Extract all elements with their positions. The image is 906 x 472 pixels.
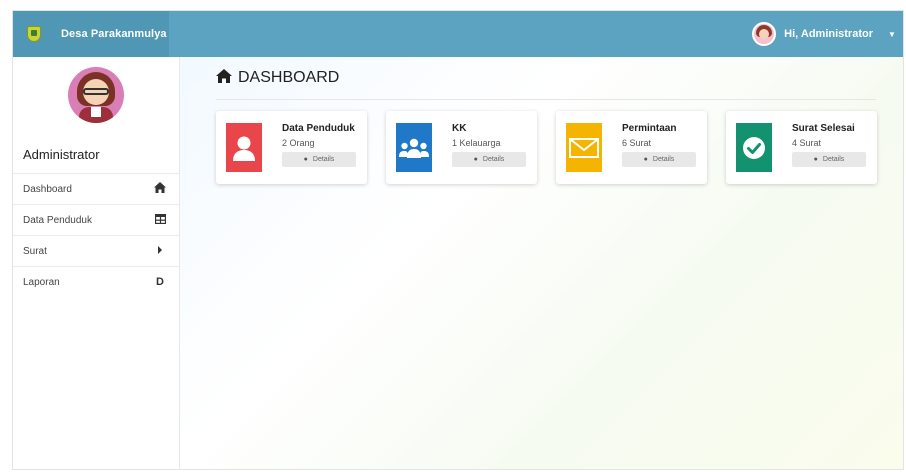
sidebar-item-surat[interactable]: Surat [13, 235, 179, 266]
card-title: Permintaan [622, 123, 677, 134]
top-navbar: Desa Parakanmulya Hi, Administrator ▼ [13, 11, 903, 57]
details-label: Details [652, 156, 675, 163]
user-greeting[interactable]: Hi, Administrator [784, 28, 873, 40]
profile-name: Administrator [23, 147, 100, 162]
home-icon [216, 69, 232, 87]
village-logo-icon [27, 26, 41, 42]
card-title: KK [452, 123, 467, 134]
card-permintaan: Permintaan 6 Surat ● Details [556, 111, 707, 184]
home-icon [153, 182, 167, 196]
card-data-penduduk: Data Penduduk 2 Orang ● Details [216, 111, 367, 184]
eye-icon: ● [473, 156, 478, 163]
sidebar-item-label: Laporan [23, 276, 60, 288]
sidebar-item-laporan[interactable]: Laporan D [13, 266, 179, 297]
details-button[interactable]: ● Details [282, 152, 356, 167]
details-label: Details [822, 156, 845, 163]
caret-right-icon [153, 245, 167, 257]
user-icon [226, 123, 262, 172]
page-title: DASHBOARD [216, 69, 339, 87]
eye-icon: ● [813, 156, 818, 163]
sidebar-item-dashboard[interactable]: Dashboard [13, 173, 179, 204]
sidebar-item-label: Dashboard [23, 183, 72, 195]
card-kk: KK 1 Kelauarga ● Details [386, 111, 537, 184]
app-window: Desa Parakanmulya Hi, Administrator ▼ Ad… [12, 10, 904, 470]
eye-icon: ● [303, 156, 308, 163]
main-content: DASHBOARD Data Penduduk 2 Orang ● Detail… [180, 57, 903, 469]
card-title: Surat Selesai [792, 123, 855, 134]
brand-name[interactable]: Desa Parakanmulya [61, 28, 167, 40]
details-button[interactable]: ● Details [622, 152, 696, 167]
users-icon [396, 123, 432, 172]
eye-icon: ● [643, 156, 648, 163]
card-surat-selesai: Surat Selesai 4 Surat ● Details [726, 111, 877, 184]
card-value: 1 Kelauarga [452, 138, 501, 148]
sidebar: Administrator Dashboard Data Penduduk Su… [13, 57, 180, 469]
divider [216, 99, 876, 100]
document-icon: D [156, 276, 164, 288]
details-label: Details [482, 156, 505, 163]
card-title: Data Penduduk [282, 123, 355, 134]
details-button[interactable]: ● Details [792, 152, 866, 167]
card-value: 2 Orang [282, 138, 315, 148]
sidebar-item-data-penduduk[interactable]: Data Penduduk [13, 204, 179, 235]
details-label: Details [312, 156, 335, 163]
page-title-text: DASHBOARD [238, 69, 340, 86]
sidebar-item-label: Surat [23, 245, 47, 257]
user-avatar[interactable] [752, 22, 777, 46]
caret-down-icon[interactable]: ▼ [885, 30, 899, 39]
profile-avatar [68, 67, 124, 123]
card-value: 6 Surat [622, 138, 652, 148]
sidebar-menu: Dashboard Data Penduduk Surat Laporan D [13, 173, 179, 297]
brand[interactable]: Desa Parakanmulya [13, 11, 169, 57]
sidebar-item-label: Data Penduduk [23, 214, 92, 226]
details-button[interactable]: ● Details [452, 152, 526, 167]
envelope-icon [566, 123, 602, 172]
table-icon [153, 213, 167, 227]
card-value: 4 Surat [792, 138, 822, 148]
check-circle-icon [736, 123, 772, 172]
user-menu[interactable]: Hi, Administrator ▼ [752, 11, 903, 57]
